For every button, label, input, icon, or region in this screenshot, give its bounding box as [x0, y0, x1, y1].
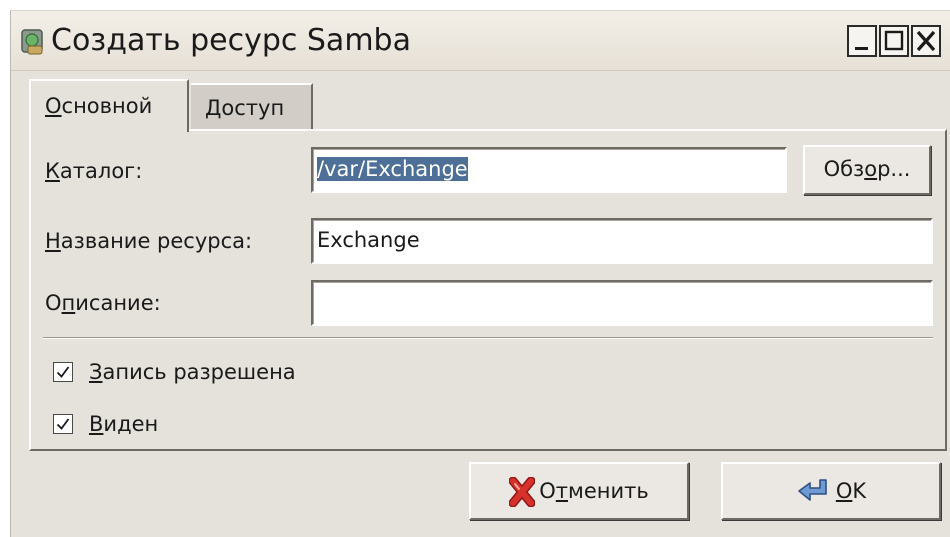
visible-checkbox[interactable]	[53, 414, 73, 434]
tab-panel-basic: Каталог: /var/Exchange Обзор... Название…	[29, 129, 947, 451]
separator	[43, 337, 933, 339]
checkmark-icon	[56, 418, 70, 430]
title-bar[interactable]: Создать ресурс Samba	[11, 11, 950, 71]
checkmark-icon	[56, 366, 70, 378]
directory-label: Каталог:	[45, 159, 143, 183]
maximize-button[interactable]	[879, 25, 909, 57]
close-button[interactable]	[911, 25, 941, 57]
ok-button[interactable]: OK	[721, 462, 941, 520]
window-title: Создать ресурс Samba	[51, 23, 411, 58]
tab-access[interactable]: Доступ	[191, 83, 313, 129]
share-name-label: Название ресурса:	[45, 229, 253, 253]
visible-label[interactable]: Виден	[89, 409, 158, 439]
dialog-window: Создать ресурс Samba Основной Доступ Кат…	[10, 10, 950, 537]
close-icon	[916, 30, 936, 52]
cancel-x-icon	[508, 476, 536, 508]
description-label: Описание:	[45, 291, 161, 315]
samba-share-icon	[21, 29, 43, 55]
browse-button[interactable]: Обзор...	[803, 145, 931, 195]
description-input[interactable]	[311, 280, 933, 326]
minimize-icon	[855, 47, 868, 50]
tab-basic[interactable]: Основной	[29, 79, 189, 132]
enter-arrow-icon	[798, 479, 827, 501]
writable-label[interactable]: Запись разрешена	[89, 357, 296, 387]
share-name-input[interactable]: Exchange	[311, 218, 933, 264]
writable-checkbox[interactable]	[53, 362, 73, 382]
maximize-icon	[884, 30, 904, 51]
cancel-button[interactable]: Отменить	[469, 462, 689, 520]
directory-input[interactable]: /var/Exchange	[311, 147, 787, 193]
minimize-button[interactable]	[847, 25, 877, 57]
